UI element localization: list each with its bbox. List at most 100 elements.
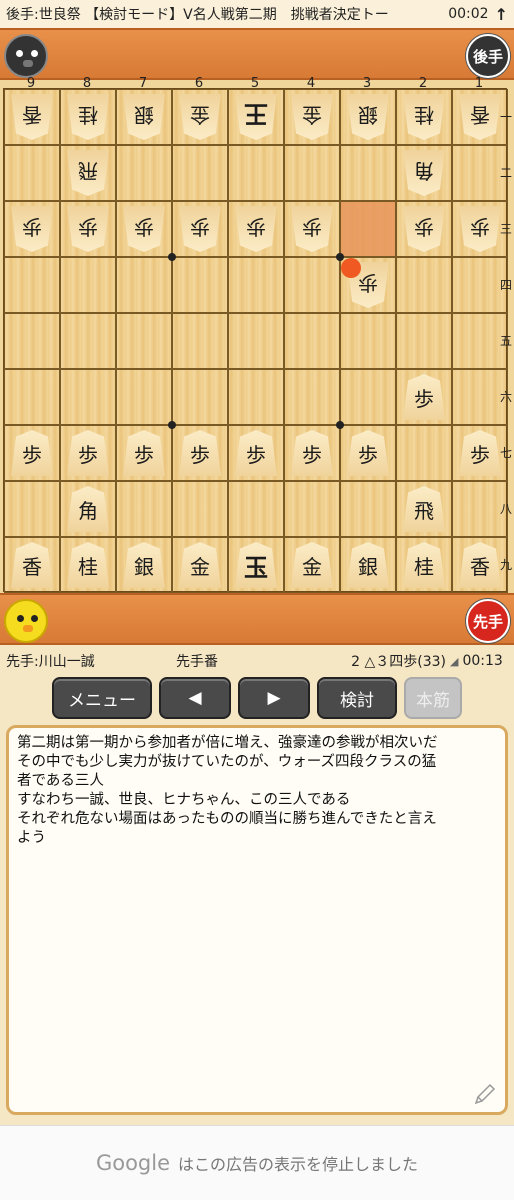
shogi-piece[interactable]: 銀 <box>347 542 389 588</box>
gote-badge: 後手 <box>466 34 510 78</box>
board-square[interactable] <box>284 481 340 537</box>
shogi-piece[interactable]: 歩 <box>403 374 445 420</box>
board-square[interactable] <box>340 369 396 425</box>
shogi-piece[interactable]: 歩 <box>179 430 221 476</box>
board-square[interactable] <box>172 145 228 201</box>
shogi-piece[interactable]: 王 <box>235 94 277 140</box>
ad-banner: Google はこの広告の表示を停止しました <box>0 1125 514 1200</box>
shogi-piece[interactable]: 歩 <box>235 430 277 476</box>
board-square[interactable] <box>284 257 340 313</box>
shogi-piece[interactable]: 歩 <box>123 206 165 252</box>
shogi-piece[interactable]: 香 <box>11 542 53 588</box>
prev-move-button[interactable]: ◀ <box>159 677 231 719</box>
scroll-up-arrow-icon[interactable]: ↑ <box>495 5 508 24</box>
rank-label: 六 <box>499 390 512 404</box>
board-square[interactable] <box>228 257 284 313</box>
board-square[interactable] <box>4 481 60 537</box>
board-square[interactable] <box>340 313 396 369</box>
shogi-piece[interactable]: 歩 <box>179 206 221 252</box>
board-square[interactable] <box>4 369 60 425</box>
star-point <box>168 421 176 429</box>
rank-label: 九 <box>499 558 512 572</box>
shogi-piece[interactable]: 歩 <box>459 206 501 252</box>
board-square[interactable] <box>60 369 116 425</box>
chick-avatar-icon[interactable] <box>4 599 48 643</box>
board-square[interactable] <box>284 145 340 201</box>
board-square[interactable] <box>116 257 172 313</box>
board-square[interactable] <box>172 257 228 313</box>
shogi-piece[interactable]: 桂 <box>403 542 445 588</box>
shogi-piece[interactable]: 金 <box>291 542 333 588</box>
kento-button[interactable]: 検討 <box>317 677 397 719</box>
shogi-board[interactable]: 香桂銀金王金銀桂香飛角歩歩歩歩歩歩歩歩歩歩歩歩歩歩歩歩歩歩角飛香桂銀金玉金銀桂香 <box>3 88 508 593</box>
board-square[interactable] <box>396 257 452 313</box>
game-info-line: 先手:川山一誠 先手番 2 △３四歩(33) ◢ 00:13 <box>0 648 514 674</box>
shogi-board-area: 987654321 香桂銀金王金銀桂香飛角歩歩歩歩歩歩歩歩歩歩歩歩歩歩歩歩歩歩角… <box>0 76 514 593</box>
comment-box[interactable]: 第二期は第一期から参加者が倍に増え、強豪達の参戦が相次いだ その中でも少し実力が… <box>6 725 508 1115</box>
shogi-piece[interactable]: 角 <box>403 150 445 196</box>
board-square[interactable] <box>4 313 60 369</box>
board-square[interactable] <box>172 313 228 369</box>
game-title: 後手:世良祭 【検討モード】V名人戦第二期 挑戦者決定トー <box>6 7 389 23</box>
next-move-button[interactable]: ▶ <box>238 677 310 719</box>
shogi-piece[interactable]: 香 <box>459 542 501 588</box>
star-point <box>336 253 344 261</box>
shogi-piece[interactable]: 香 <box>459 94 501 140</box>
board-square[interactable] <box>228 369 284 425</box>
shogi-piece[interactable]: 歩 <box>459 430 501 476</box>
board-square[interactable] <box>116 313 172 369</box>
honsuji-button[interactable]: 本筋 <box>404 677 462 719</box>
pen-icon[interactable] <box>473 1082 497 1106</box>
shogi-piece[interactable]: 銀 <box>123 542 165 588</box>
board-square[interactable] <box>116 481 172 537</box>
shogi-piece[interactable]: 飛 <box>403 486 445 532</box>
shogi-piece[interactable]: 歩 <box>123 430 165 476</box>
board-square[interactable] <box>172 369 228 425</box>
comment-line: 者である三人 <box>17 773 104 789</box>
board-square[interactable] <box>228 145 284 201</box>
shogi-piece[interactable]: 桂 <box>403 94 445 140</box>
shogi-piece[interactable]: 桂 <box>67 94 109 140</box>
board-square[interactable] <box>228 481 284 537</box>
board-square[interactable] <box>60 257 116 313</box>
rank-label: 三 <box>499 222 512 236</box>
board-square[interactable] <box>340 481 396 537</box>
shogi-piece[interactable]: 歩 <box>11 206 53 252</box>
shogi-piece[interactable]: 歩 <box>347 430 389 476</box>
shogi-piece[interactable]: 飛 <box>67 150 109 196</box>
shogi-piece[interactable]: 銀 <box>347 94 389 140</box>
board-square[interactable] <box>116 145 172 201</box>
board-square[interactable] <box>4 145 60 201</box>
board-square[interactable] <box>172 481 228 537</box>
board-square[interactable] <box>116 369 172 425</box>
board-square[interactable] <box>396 425 452 481</box>
shogi-piece[interactable]: 金 <box>179 94 221 140</box>
board-square[interactable] <box>4 257 60 313</box>
rank-label: 一 <box>499 110 512 124</box>
crow-avatar-icon[interactable] <box>4 34 48 78</box>
shogi-piece[interactable]: 歩 <box>67 206 109 252</box>
menu-button[interactable]: メニュー <box>52 677 152 719</box>
board-square[interactable] <box>340 201 396 257</box>
shogi-piece[interactable]: 歩 <box>291 206 333 252</box>
board-square[interactable] <box>60 313 116 369</box>
board-square[interactable] <box>340 145 396 201</box>
shogi-piece[interactable]: 歩 <box>403 206 445 252</box>
board-square[interactable] <box>284 369 340 425</box>
shogi-piece[interactable]: 金 <box>179 542 221 588</box>
board-square[interactable] <box>228 313 284 369</box>
rank-label: 四 <box>499 278 512 292</box>
shogi-piece[interactable]: 歩 <box>11 430 53 476</box>
shogi-piece[interactable]: 歩 <box>291 430 333 476</box>
board-square[interactable] <box>284 313 340 369</box>
shogi-piece[interactable]: 金 <box>291 94 333 140</box>
shogi-piece[interactable]: 角 <box>67 486 109 532</box>
shogi-piece[interactable]: 歩 <box>67 430 109 476</box>
board-square[interactable] <box>396 313 452 369</box>
shogi-piece[interactable]: 歩 <box>235 206 277 252</box>
shogi-piece[interactable]: 桂 <box>67 542 109 588</box>
shogi-piece[interactable]: 玉 <box>235 542 277 588</box>
shogi-piece[interactable]: 銀 <box>123 94 165 140</box>
comment-line: それぞれ危ない場面はあったものの順当に勝ち進んできたと言え <box>17 811 437 827</box>
shogi-piece[interactable]: 香 <box>11 94 53 140</box>
